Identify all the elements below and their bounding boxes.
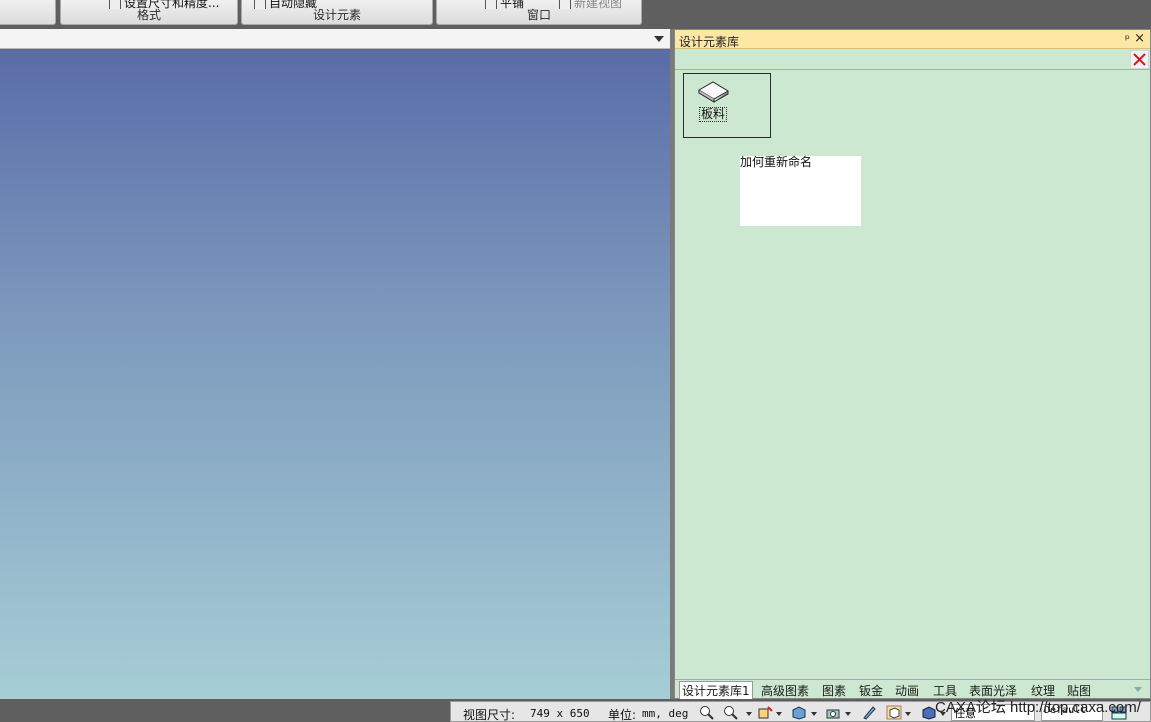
ribbon-group-title: 设计元素 bbox=[312, 8, 361, 22]
delete-icon[interactable] bbox=[1130, 50, 1149, 69]
pin-icon[interactable]: ᵖ bbox=[1125, 32, 1130, 46]
view-size-value: 749 x 650 bbox=[530, 707, 590, 720]
tab-advanced-shapes[interactable]: 高级图素 bbox=[761, 682, 809, 699]
ribbon-group-title: 格式 bbox=[136, 8, 161, 22]
panel-title: 设计元素库 bbox=[679, 35, 740, 49]
ribbon-group-window: 平铺 新建视图 窗口 bbox=[436, 0, 642, 25]
library-item-label: 板料 bbox=[699, 107, 728, 122]
chevron-down-icon[interactable] bbox=[905, 712, 911, 716]
close-icon[interactable]: × bbox=[1134, 31, 1145, 46]
tab-design-library-1[interactable]: 设计元素库1 bbox=[679, 681, 753, 700]
ribbon-group-format: 设置尺寸和精度... 格式 bbox=[60, 0, 238, 25]
panel-header: 设计元素库 ᵖ × bbox=[675, 30, 1150, 49]
chevron-down-icon[interactable] bbox=[746, 712, 752, 716]
zoom-window-icon[interactable] bbox=[699, 705, 715, 720]
ribbon-group-title: 窗口 bbox=[526, 8, 551, 22]
chevron-down-icon[interactable] bbox=[845, 712, 851, 716]
sheet-metal-icon bbox=[698, 81, 729, 103]
zoom-icon[interactable] bbox=[723, 705, 739, 720]
render-mode-icon[interactable] bbox=[861, 705, 877, 720]
ribbon-group-0 bbox=[0, 0, 56, 25]
chevron-down-icon[interactable] bbox=[811, 712, 817, 716]
view-size-label: 视图尺寸: bbox=[463, 708, 516, 722]
chevron-down-icon[interactable] bbox=[654, 36, 664, 42]
tab-sheet-metal[interactable]: 钣金 bbox=[859, 682, 883, 699]
tab-scroll-icon[interactable] bbox=[1134, 687, 1142, 692]
ribbon-group-design-elements: 自动隐藏 设计元素 bbox=[241, 0, 433, 25]
chevron-down-icon[interactable] bbox=[776, 712, 782, 716]
unit-label: 单位: bbox=[608, 708, 637, 722]
rename-text: 加何重新命名 bbox=[740, 155, 813, 169]
view-orientation-icon[interactable] bbox=[791, 705, 807, 720]
tab-shapes[interactable]: 图素 bbox=[822, 682, 846, 699]
ribbon: 设置尺寸和精度... 格式 自动隐藏 设计元素 平铺 新建视图 窗口 bbox=[0, 0, 1151, 29]
3d-viewport[interactable] bbox=[0, 50, 670, 699]
display-mode-icon[interactable] bbox=[886, 705, 902, 720]
panel-toolbar bbox=[675, 49, 1150, 70]
rotate-view-icon[interactable] bbox=[757, 705, 773, 720]
design-library-panel: 设计元素库 ᵖ × 板料 加何重新命名 设计元素库1 高级图素 图素 钣金 动画… bbox=[674, 29, 1151, 700]
forum-watermark: CAXA论坛 http://top.caxa.com/ bbox=[935, 699, 1141, 716]
library-item-sheet[interactable]: 板料 bbox=[683, 73, 771, 138]
viewport-tabbar bbox=[0, 29, 670, 49]
camera-icon[interactable] bbox=[825, 705, 841, 720]
tab-animation[interactable]: 动画 bbox=[895, 682, 919, 699]
rename-tooltip: 加何重新命名 bbox=[740, 156, 861, 226]
unit-value: mm, deg bbox=[642, 707, 689, 720]
